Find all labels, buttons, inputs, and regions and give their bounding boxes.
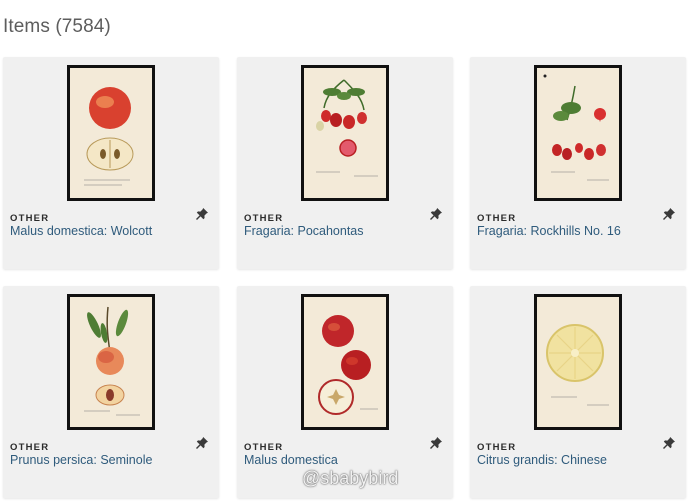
citrus-illustration: [537, 297, 619, 427]
strawberry-illustration: [537, 68, 619, 198]
watermark: @sbabybird: [302, 468, 399, 488]
pushpin-icon[interactable]: [662, 436, 676, 450]
item-title-link[interactable]: Citrus grandis: Chinese: [477, 453, 677, 467]
item-type: OTHER: [244, 213, 284, 224]
pushpin-icon[interactable]: [662, 207, 676, 221]
item-title-link[interactable]: Fragaria: Rockhills No. 16: [477, 224, 677, 238]
page-heading: Items (7584): [3, 16, 111, 37]
pushpin-icon[interactable]: [195, 436, 209, 450]
item-thumbnail[interactable]: [301, 65, 389, 201]
item-thumbnail[interactable]: [67, 65, 155, 201]
item-card-fragaria-rockhills[interactable]: OTHER Fragaria: Rockhills No. 16: [470, 57, 686, 269]
item-thumbnail[interactable]: [534, 294, 622, 430]
pushpin-icon[interactable]: [195, 207, 209, 221]
item-thumbnail[interactable]: [301, 294, 389, 430]
item-card-malus-wolcott[interactable]: OTHER Malus domestica: Wolcott: [3, 57, 219, 269]
item-type: OTHER: [477, 213, 517, 224]
item-thumbnail[interactable]: [534, 65, 622, 201]
apple-illustration: [304, 297, 386, 427]
item-type: OTHER: [477, 442, 517, 453]
item-type: OTHER: [10, 213, 50, 224]
item-card-malus-domestica[interactable]: OTHER Malus domestica: [237, 286, 453, 498]
item-type: OTHER: [244, 442, 284, 453]
apple-illustration: [70, 68, 152, 198]
pushpin-icon[interactable]: [429, 436, 443, 450]
item-card-citrus-grandis[interactable]: OTHER Citrus grandis: Chinese: [470, 286, 686, 498]
strawberry-illustration: [304, 68, 386, 198]
item-title-link[interactable]: Fragaria: Pocahontas: [244, 224, 444, 238]
item-card-prunus-seminole[interactable]: OTHER Prunus persica: Seminole: [3, 286, 219, 498]
peach-illustration: [70, 297, 152, 427]
item-type: OTHER: [10, 442, 50, 453]
item-title-link[interactable]: Prunus persica: Seminole: [10, 453, 210, 467]
pushpin-icon[interactable]: [429, 207, 443, 221]
item-title-link[interactable]: Malus domestica: [244, 453, 444, 467]
item-thumbnail[interactable]: [67, 294, 155, 430]
item-title-link[interactable]: Malus domestica: Wolcott: [10, 224, 210, 238]
item-card-fragaria-pocahontas[interactable]: OTHER Fragaria: Pocahontas: [237, 57, 453, 269]
